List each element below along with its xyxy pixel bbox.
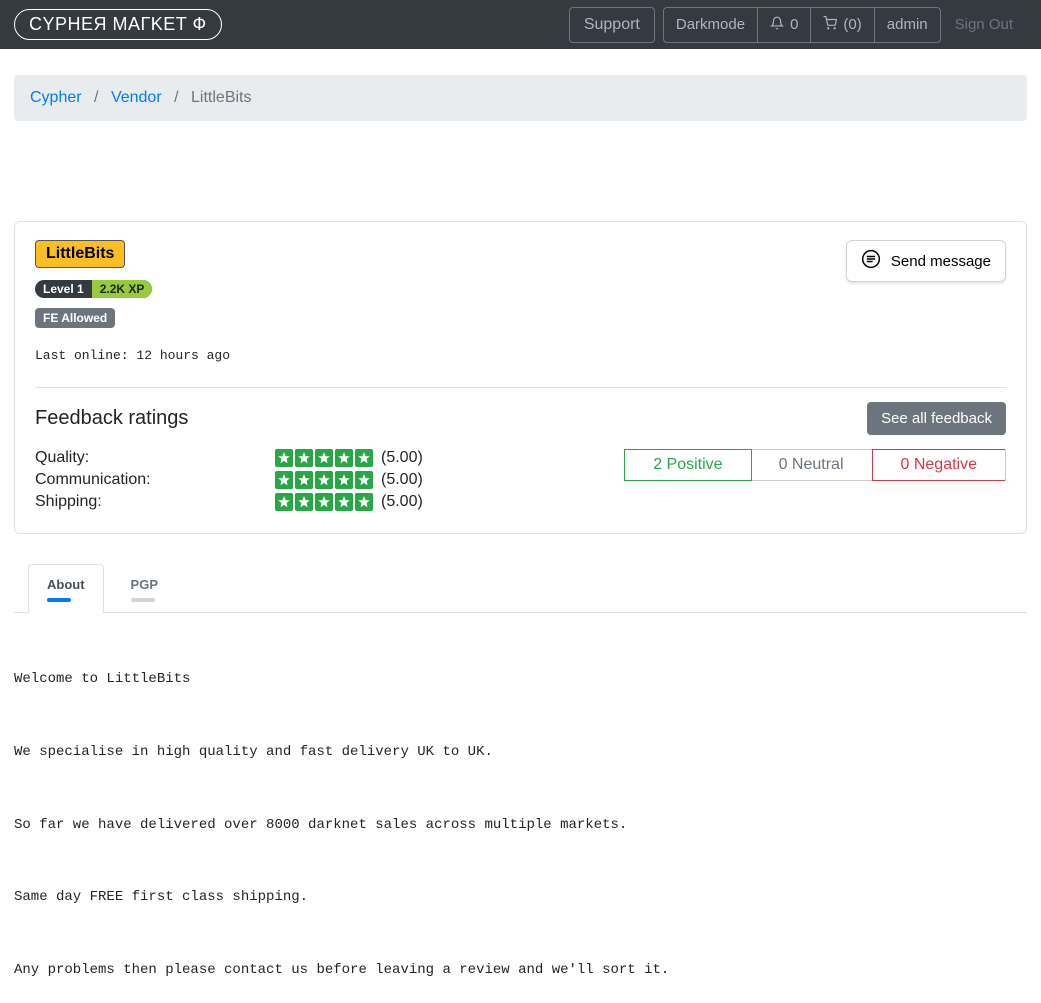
last-online-text: Last online: 12 hours ago (35, 348, 1006, 363)
tab-pgp-label: PGP (131, 577, 158, 592)
star-icon (275, 493, 293, 511)
fe-allowed-badge: FE Allowed (35, 308, 115, 328)
send-message-button[interactable]: Send message (846, 240, 1006, 282)
notif-count: 0 (790, 16, 798, 33)
breadcrumb-sep: / (166, 89, 186, 106)
breadcrumb: Cypher / Vendor / LittleBits (14, 75, 1027, 121)
level-row: Level 1 2.2K XP (35, 280, 1006, 298)
star-icon (335, 471, 353, 489)
tabs: About PGP (14, 564, 1027, 613)
rating-label: Shipping: (35, 493, 275, 511)
signout-link[interactable]: Sign Out (941, 8, 1027, 41)
star-icon (315, 449, 333, 467)
nav-button-group: Darkmode 0 (0) admin (663, 7, 941, 43)
feedback-summary: 2 Positive 0 Neutral 0 Negative (624, 449, 1006, 481)
tab-about[interactable]: About (28, 564, 104, 613)
top-navbar: CYPHEЯ MAГKET Ф Support Darkmode 0 (0) a… (0, 0, 1041, 49)
about-text: Welcome to LittleBits We specialise in h… (14, 613, 1027, 989)
feedback-header: Feedback ratings See all feedback (35, 402, 1006, 435)
cart-count: (0) (843, 16, 861, 33)
breadcrumb-sep: / (86, 89, 106, 106)
star-icon (295, 493, 313, 511)
send-message-label: Send message (891, 253, 991, 270)
rating-score: (5.00) (381, 471, 423, 489)
star-rating (275, 493, 375, 511)
star-icon (315, 471, 333, 489)
ratings-block: Quality: (5.00) Communication: (5.00) Sh… (35, 449, 1006, 515)
star-icon (355, 449, 373, 467)
divider (35, 387, 1006, 388)
support-link[interactable]: Support (569, 7, 655, 43)
star-icon (295, 449, 313, 467)
star-icon (295, 471, 313, 489)
nav-right: Support Darkmode 0 (0) admin Sign Out (569, 7, 1027, 43)
vendor-name-badge: LittleBits (35, 240, 125, 268)
vendor-card: LittleBits Send message Level 1 2.2K XP … (14, 221, 1027, 534)
cart-icon (823, 16, 837, 34)
darkmode-toggle[interactable]: Darkmode (663, 7, 757, 43)
feedback-neutral[interactable]: 0 Neutral (751, 450, 873, 480)
fe-row: FE Allowed (35, 308, 1006, 328)
level-pill: Level 1 2.2K XP (35, 280, 152, 298)
rating-row-quality: Quality: (5.00) (35, 449, 423, 467)
rating-row-communication: Communication: (5.00) (35, 471, 423, 489)
star-icon (355, 471, 373, 489)
rating-score: (5.00) (381, 449, 423, 467)
tab-pgp[interactable]: PGP (112, 564, 177, 612)
feedback-heading: Feedback ratings (35, 407, 188, 430)
star-icon (355, 493, 373, 511)
bell-icon (770, 16, 784, 34)
rating-row-shipping: Shipping: (5.00) (35, 493, 423, 511)
cart-button[interactable]: (0) (810, 7, 873, 43)
breadcrumb-current: LittleBits (191, 89, 251, 106)
star-rating (275, 471, 375, 489)
tab-indicator (47, 598, 71, 602)
star-icon (275, 471, 293, 489)
star-icon (275, 449, 293, 467)
star-icon (335, 493, 353, 511)
star-icon (335, 449, 353, 467)
rating-label: Communication: (35, 471, 275, 489)
level-label: Level 1 (35, 280, 92, 298)
star-rating (275, 449, 375, 467)
ratings-table: Quality: (5.00) Communication: (5.00) Sh… (35, 449, 423, 515)
chat-icon (861, 249, 881, 273)
tab-about-label: About (47, 577, 85, 592)
xp-label: 2.2K XP (92, 280, 153, 298)
rating-label: Quality: (35, 449, 275, 467)
feedback-negative[interactable]: 0 Negative (872, 449, 1006, 481)
feedback-positive[interactable]: 2 Positive (624, 449, 751, 481)
star-icon (315, 493, 333, 511)
notifications-button[interactable]: 0 (757, 7, 810, 43)
account-button[interactable]: admin (874, 7, 941, 43)
rating-score: (5.00) (381, 493, 423, 511)
tab-indicator (131, 598, 155, 602)
breadcrumb-vendor[interactable]: Vendor (111, 89, 162, 106)
page-content: Cypher / Vendor / LittleBits LittleBits … (0, 49, 1041, 1003)
site-logo[interactable]: CYPHEЯ MAГKET Ф (14, 9, 222, 40)
breadcrumb-root[interactable]: Cypher (30, 89, 82, 106)
see-all-feedback-button[interactable]: See all feedback (867, 402, 1006, 435)
